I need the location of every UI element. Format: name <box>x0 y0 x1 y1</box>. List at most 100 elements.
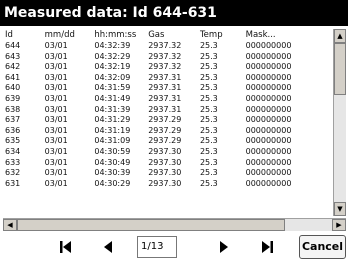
table-row[interactable]: 636 03/01 04:31:19 2937.29 25.3 000000000 <box>3 126 333 137</box>
cell-mask: 000000000 <box>245 125 292 135</box>
cell-time: 04:30:29 <box>94 178 131 188</box>
cell-date: 03/01 <box>44 168 68 178</box>
table-row[interactable]: 635 03/01 04:31:09 2937.29 25.3 000000000 <box>3 136 333 147</box>
cell-gas: 2937.29 <box>148 136 182 146</box>
column-header-date[interactable]: mm/dd <box>43 29 93 41</box>
cell-id: 640 <box>5 83 21 93</box>
table-row[interactable]: 633 03/01 04:30:49 2937.30 25.3 000000000 <box>3 158 333 169</box>
cell-date: 03/01 <box>44 41 68 50</box>
cell-temp: 25.3 <box>199 146 218 156</box>
cell-time: 04:31:49 <box>94 93 131 103</box>
cell-time: 04:31:39 <box>94 104 131 114</box>
first-page-button[interactable] <box>54 235 78 259</box>
scroll-up-arrow-icon[interactable]: ▲ <box>334 29 346 43</box>
column-header-mask[interactable]: Mask... <box>244 29 333 41</box>
cell-gas: 2937.29 <box>148 115 182 125</box>
cell-time: 04:30:49 <box>94 157 131 167</box>
table-header-row: Id mm/dd hh:mm:ss Gas Temp Mask... <box>3 29 333 41</box>
cell-temp: 25.3 <box>199 51 218 61</box>
cell-time: 04:31:19 <box>94 125 131 135</box>
table-row[interactable]: 642 03/01 04:32:19 2937.32 25.3 000000000 <box>3 62 333 73</box>
cell-gas: 2937.29 <box>148 125 182 135</box>
cell-id: 631 <box>5 178 21 188</box>
cell-gas: 2937.30 <box>148 146 182 156</box>
cell-id: 634 <box>5 146 21 156</box>
table-row[interactable]: 641 03/01 04:32:09 2937.31 25.3 000000000 <box>3 73 333 84</box>
cell-temp: 25.3 <box>199 125 218 135</box>
horizontal-scrollbar[interactable]: ◀ ▶ <box>3 218 346 231</box>
cell-date: 03/01 <box>44 146 68 156</box>
cell-id: 642 <box>5 62 21 72</box>
scroll-right-arrow-icon[interactable]: ▶ <box>332 219 346 231</box>
cell-id: 639 <box>5 93 21 103</box>
cell-time: 04:32:39 <box>94 41 131 50</box>
cell-mask: 000000000 <box>245 115 292 125</box>
cell-id: 632 <box>5 168 21 178</box>
cell-date: 03/01 <box>44 136 68 146</box>
cell-mask: 000000000 <box>245 104 292 114</box>
scroll-left-arrow-icon[interactable]: ◀ <box>3 219 17 231</box>
cell-time: 04:31:59 <box>94 83 131 93</box>
scroll-down-arrow-icon[interactable]: ▼ <box>334 202 346 216</box>
cell-gas: 2937.30 <box>148 178 182 188</box>
cell-id: 638 <box>5 104 21 114</box>
cell-date: 03/01 <box>44 115 68 125</box>
cell-temp: 25.3 <box>199 41 218 50</box>
cell-temp: 25.3 <box>199 178 218 188</box>
cell-mask: 000000000 <box>245 178 292 188</box>
table-row[interactable]: 643 03/01 04:32:29 2937.32 25.3 000000000 <box>3 52 333 63</box>
cell-id: 633 <box>5 157 21 167</box>
vertical-scroll-thumb[interactable] <box>334 43 346 95</box>
previous-page-button[interactable] <box>96 235 120 259</box>
cell-gas: 2937.31 <box>148 104 182 114</box>
table-row[interactable]: 632 03/01 04:30:39 2937.30 25.3 000000000 <box>3 168 333 179</box>
table-row[interactable]: 638 03/01 04:31:39 2937.31 25.3 000000000 <box>3 105 333 116</box>
vertical-scrollbar[interactable]: ▲ ▼ <box>333 29 346 216</box>
last-page-button[interactable] <box>255 235 279 259</box>
cell-time: 04:31:29 <box>94 115 131 125</box>
next-page-button[interactable] <box>212 235 236 259</box>
cell-gas: 2937.32 <box>148 62 182 72</box>
column-header-gas[interactable]: Gas <box>146 29 198 41</box>
table-row[interactable]: 637 03/01 04:31:29 2937.29 25.3 000000000 <box>3 115 333 126</box>
cell-id: 637 <box>5 115 21 125</box>
first-page-icon <box>60 241 71 253</box>
cell-id: 644 <box>5 41 21 50</box>
cell-temp: 25.3 <box>199 168 218 178</box>
next-page-icon <box>220 241 228 253</box>
cell-gas: 2937.32 <box>148 41 182 50</box>
cell-time: 04:32:29 <box>94 51 131 61</box>
cell-date: 03/01 <box>44 62 68 72</box>
cancel-button[interactable]: Cancel <box>299 235 346 259</box>
page-number-field[interactable]: 1/13 <box>137 236 177 258</box>
cell-id: 641 <box>5 72 21 82</box>
column-header-time[interactable]: hh:mm:ss <box>92 29 146 41</box>
table-row[interactable]: 639 03/01 04:31:49 2937.31 25.3 000000000 <box>3 94 333 105</box>
horizontal-scroll-thumb[interactable] <box>17 219 285 231</box>
cell-temp: 25.3 <box>199 72 218 82</box>
cell-temp: 25.3 <box>199 115 218 125</box>
cell-mask: 000000000 <box>245 41 292 50</box>
cell-mask: 000000000 <box>245 72 292 82</box>
cell-gas: 2937.31 <box>148 83 182 93</box>
previous-page-icon <box>104 241 112 253</box>
cell-temp: 25.3 <box>199 62 218 72</box>
cell-temp: 25.3 <box>199 93 218 103</box>
table-row[interactable]: 631 03/01 04:30:29 2937.30 25.3 000000000 <box>3 179 333 190</box>
cell-time: 04:32:19 <box>94 62 131 72</box>
cell-mask: 000000000 <box>245 136 292 146</box>
cell-mask: 000000000 <box>245 168 292 178</box>
table-row[interactable]: 644 03/01 04:32:39 2937.32 25.3 000000000 <box>3 41 333 52</box>
cell-mask: 000000000 <box>245 62 292 72</box>
table-row[interactable]: 634 03/01 04:30:59 2937.30 25.3 000000000 <box>3 147 333 158</box>
table-row[interactable]: 640 03/01 04:31:59 2937.31 25.3 000000000 <box>3 83 333 94</box>
column-header-id[interactable]: Id <box>3 29 43 41</box>
cell-date: 03/01 <box>44 125 68 135</box>
cell-date: 03/01 <box>44 104 68 114</box>
cell-date: 03/01 <box>44 72 68 82</box>
cell-id: 636 <box>5 125 21 135</box>
cell-mask: 000000000 <box>245 146 292 156</box>
cell-date: 03/01 <box>44 157 68 167</box>
column-header-temp[interactable]: Temp <box>198 29 244 41</box>
cell-date: 03/01 <box>44 178 68 188</box>
